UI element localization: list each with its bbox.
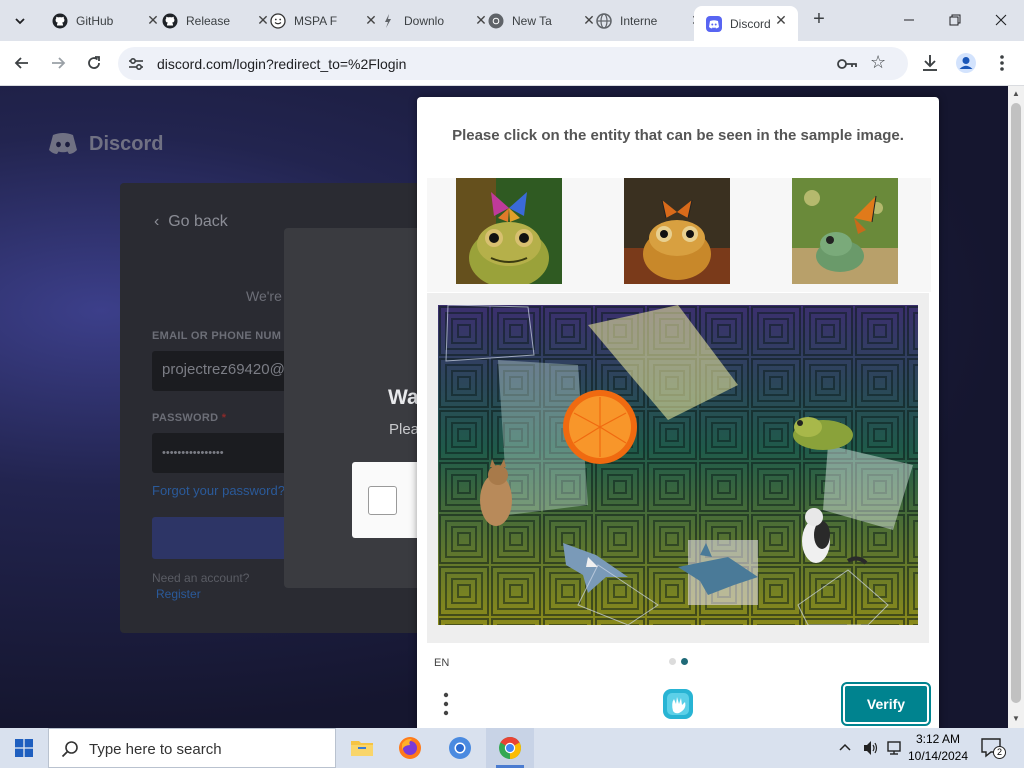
go-back-label: Go back [168,213,228,230]
sample-image-3 [763,178,931,292]
smiley-icon [270,12,286,29]
forward-button[interactable] [44,49,72,77]
back-button[interactable] [8,49,36,77]
email-label: EMAIL OR PHONE NUM [152,330,282,342]
tab-close-icon[interactable]: ✕ [774,13,788,27]
new-tab-button[interactable]: + [808,9,830,31]
minimize-button[interactable] [886,0,932,40]
required-asterisk: * [221,412,227,424]
firefox-icon[interactable] [386,728,434,768]
address-bar[interactable]: discord.com/login?redirect_to=%2Flogin ☆ [118,47,908,80]
start-button[interactable] [0,728,48,768]
clock-date: 10/14/2024 [907,749,969,763]
tab-title: Release [186,13,231,28]
discord-wordmark: Discord [89,132,164,155]
tab-title: Interne [620,13,658,28]
github-icon [52,13,68,29]
wait-title: Wa [388,386,419,409]
kebab-menu-icon[interactable] [990,51,1014,75]
tab-title: GitHub [76,13,114,28]
close-window-button[interactable] [978,0,1024,40]
challenge-prompt: Please click on the entity that can be s… [452,127,904,144]
verify-button[interactable]: Verify [841,682,931,726]
chevron-left-icon: ‹ [154,213,160,230]
scroll-down-arrow-icon[interactable]: ▼ [1011,714,1021,724]
language-selector[interactable]: EN [434,657,449,669]
notification-count-badge: 2 [993,746,1006,759]
go-back-link[interactable]: ‹ Go back [154,213,228,231]
discord-icon [706,15,722,32]
profile-avatar-icon[interactable] [954,51,978,75]
browser-toolbar: discord.com/login?redirect_to=%2Flogin ☆ [0,41,1024,86]
taskbar-search-placeholder: Type here to search [89,741,222,758]
chrome-icon [488,13,504,29]
tab-strip: GitHub ✕ Release ✕ MSPA F ✕ Downlo ✕ New… [0,0,1024,41]
sample-image-2 [595,178,763,292]
windows-logo-icon [15,739,33,757]
file-explorer-icon[interactable] [338,728,386,768]
chevron-up-icon[interactable] [838,740,852,759]
page-scrollbar[interactable]: ▲ ▼ [1008,86,1024,728]
challenge-canvas-area [427,293,929,643]
tab-title: Discord [730,16,770,31]
discord-login-page: Discord ‹ Go back We're EMAIL OR PHONE N… [0,86,1008,728]
hcaptcha-challenge: Please click on the entity that can be s… [417,97,939,728]
scroll-thumb[interactable] [1011,103,1021,703]
search-icon [61,740,79,763]
wait-subtitle: Plea [389,421,420,438]
need-account-text: Need an account? [152,571,250,585]
url-text[interactable]: discord.com/login?redirect_to=%2Flogin [157,56,406,72]
page-dot-1 [669,658,676,665]
frog-butterfly-image [792,178,898,284]
hcaptcha-logo-icon [661,687,695,721]
taskbar-clock[interactable]: 3:12 AM 10/14/2024 [900,731,976,765]
github-icon [162,13,178,29]
challenge-image[interactable] [438,305,918,625]
globe-icon [596,12,612,29]
captcha-wait-modal: Wa Plea [284,228,434,588]
welcome-heading: We're [246,288,282,304]
site-info-icon[interactable] [126,54,146,74]
sample-image-1 [427,178,595,292]
password-key-icon[interactable] [836,54,858,74]
windows-taskbar: Type here to search 3:12 AM 10/14/2024 2 [0,728,1024,768]
tab-title: Downlo [404,13,445,28]
tab-discord[interactable]: Discord ✕ [694,6,798,41]
scroll-up-arrow-icon[interactable]: ▲ [1011,89,1021,99]
bookmark-star-icon[interactable]: ☆ [870,52,886,73]
tab-title: New Ta [512,13,552,28]
chromium-icon[interactable] [436,728,484,768]
discord-icon [49,133,77,154]
download-arrow-icon [380,13,396,29]
downloads-icon[interactable] [918,51,942,75]
frog-butterfly-image [624,178,730,284]
hcaptcha-checkbox[interactable] [368,486,397,515]
forgot-password-link[interactable]: Forgot your password? [152,483,285,498]
password-label: PASSWORD * [152,412,226,424]
password-label-text: PASSWORD [152,412,219,424]
register-link[interactable]: Register [156,587,201,601]
discord-logo: Discord [47,132,163,156]
taskbar-search-box[interactable]: Type here to search [48,728,336,768]
volume-icon[interactable] [862,739,880,762]
reload-button[interactable] [80,49,108,77]
page-dot-2-active [681,658,688,665]
frog-butterfly-image [456,178,562,284]
clock-time: 3:12 AM [915,732,961,746]
chrome-taskbar-icon[interactable] [486,728,534,768]
restore-button[interactable] [932,0,978,40]
tab-search-chevron-icon[interactable] [8,9,32,33]
captcha-menu-icon[interactable] [441,691,451,717]
tab-title: MSPA F [294,13,338,28]
notification-center-icon[interactable]: 2 [980,736,1006,760]
